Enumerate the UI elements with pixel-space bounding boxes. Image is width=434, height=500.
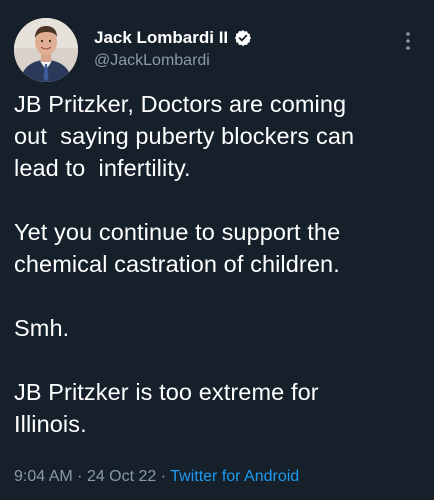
tweet-header: Jack Lombardi II @JackLombardi: [14, 14, 420, 84]
tweet-date[interactable]: 24 Oct 22: [87, 468, 156, 485]
verified-badge-icon: [234, 29, 252, 47]
tweet-time[interactable]: 9:04 AM: [14, 468, 73, 485]
display-name[interactable]: Jack Lombardi II: [94, 28, 228, 48]
meta-separator: ·: [77, 468, 83, 485]
meta-separator: ·: [160, 468, 167, 485]
avatar[interactable]: [14, 18, 78, 82]
tweet-card: Jack Lombardi II @JackLombardi JB Pritzk…: [0, 0, 434, 500]
author-handle[interactable]: @JackLombardi: [94, 52, 252, 70]
author-names: Jack Lombardi II @JackLombardi: [94, 28, 252, 70]
avatar-image: [14, 18, 78, 82]
display-name-row: Jack Lombardi II: [94, 28, 252, 48]
tweet-text: JB Pritzker, Doctors are coming out sayi…: [14, 91, 355, 437]
tweet-meta: 9:04 AM · 24 Oct 22 · Twitter for Androi…: [14, 468, 299, 486]
more-options-icon[interactable]: [400, 30, 416, 52]
tweet-source-link[interactable]: Twitter for Android: [170, 468, 299, 485]
